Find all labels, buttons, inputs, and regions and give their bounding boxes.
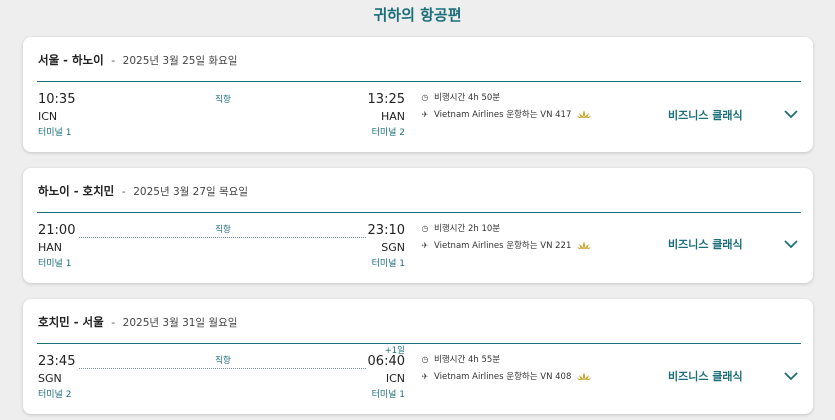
departure-time: 23:45 — [38, 354, 76, 369]
departure-terminal: 터미널 1 — [38, 128, 72, 138]
flight-date: 2025년 3월 31일 월요일 — [122, 317, 238, 329]
plane-icon: ✈ — [421, 240, 429, 250]
arrival-time: 13:25 — [367, 92, 405, 107]
plane-icon: ✈ — [421, 109, 429, 119]
flight-card[interactable]: 하노이 - 호치민 - 2025년 3월 27일 목요일 21:00 HAN 터… — [23, 168, 813, 283]
stops-label: 직항 — [215, 95, 231, 105]
departure-time: 10:35 — [38, 92, 76, 107]
flight-header: 호치민 - 서울 - 2025년 3월 31일 월요일 — [38, 314, 237, 330]
operator-row: ✈ Vietnam Airlines 운항하는 VN 221 — [420, 239, 592, 251]
departure-time: 21:00 — [38, 223, 76, 238]
flight-card[interactable]: 서울 - 하노이 - 2025년 3월 25일 화요일 10:35 ICN 터미… — [23, 37, 813, 152]
flight-date: 2025년 3월 25일 화요일 — [122, 55, 238, 67]
clock-icon: ◷ — [421, 92, 429, 102]
departure-terminal: 터미널 1 — [38, 259, 72, 269]
chevron-down-icon[interactable] — [783, 370, 799, 382]
route-line — [79, 237, 366, 238]
clock-icon: ◷ — [421, 354, 429, 364]
operator-row: ✈ Vietnam Airlines 운항하는 VN 417 — [420, 108, 592, 120]
cabin-class: 비즈니스 클래식 — [668, 238, 743, 251]
chevron-down-icon[interactable] — [783, 238, 799, 250]
arrival-terminal: 터미널 2 — [371, 128, 405, 138]
arrival-airport-code: ICN — [385, 372, 405, 385]
arrival-airport-code: HAN — [380, 110, 405, 123]
arrival-terminal: 터미널 1 — [371, 390, 405, 400]
flight-card[interactable]: 호치민 - 서울 - 2025년 3월 31일 월요일 23:45 SGN 터미… — [23, 299, 813, 414]
flight-route: 하노이 - 호치민 — [38, 184, 115, 198]
flight-operator: Vietnam Airlines 운항하는 VN 417 — [434, 110, 572, 120]
departure-airport-code: ICN — [38, 110, 58, 123]
header-divider — [37, 212, 801, 213]
departure-airport-code: HAN — [38, 241, 63, 254]
flight-route: 서울 - 하노이 — [38, 53, 104, 67]
arrival-time: 23:10 — [367, 223, 405, 238]
header-divider — [37, 81, 801, 82]
flight-duration: 비행시간 4h 50분 — [434, 93, 501, 103]
route-line — [79, 368, 366, 369]
flight-operator: Vietnam Airlines 운항하는 VN 221 — [434, 241, 572, 251]
stops-label: 직항 — [215, 356, 231, 366]
flight-duration: 비행시간 4h 55분 — [434, 355, 501, 365]
departure-airport-code: SGN — [38, 372, 62, 385]
operator-row: ✈ Vietnam Airlines 운항하는 VN 408 — [420, 370, 592, 382]
arrival-terminal: 터미널 1 — [371, 259, 405, 269]
duration-row: ◷ 비행시간 4h 50분 — [420, 91, 501, 104]
arrival-time: 06:40 — [367, 354, 405, 369]
flight-route: 호치민 - 서울 — [38, 315, 104, 329]
plane-icon: ✈ — [421, 371, 429, 381]
header-separator: - — [111, 54, 116, 67]
cabin-class: 비즈니스 클래식 — [668, 109, 743, 122]
vietnam-airlines-lotus-icon — [577, 240, 592, 249]
clock-icon: ◷ — [421, 223, 429, 233]
flight-operator: Vietnam Airlines 운항하는 VN 408 — [434, 372, 572, 382]
duration-row: ◷ 비행시간 2h 10분 — [420, 222, 501, 235]
flight-duration: 비행시간 2h 10분 — [434, 224, 501, 234]
arrival-airport-code: SGN — [381, 241, 405, 254]
flight-header: 서울 - 하노이 - 2025년 3월 25일 화요일 — [38, 52, 237, 68]
vietnam-airlines-lotus-icon — [577, 109, 592, 118]
header-separator: - — [111, 316, 116, 329]
cabin-class: 비즈니스 클래식 — [668, 370, 743, 383]
vietnam-airlines-lotus-icon — [577, 371, 592, 380]
stops-label: 직항 — [215, 225, 231, 235]
flight-date: 2025년 3월 27일 목요일 — [133, 186, 248, 198]
departure-terminal: 터미널 2 — [38, 390, 72, 400]
header-separator: - — [121, 185, 126, 198]
duration-row: ◷ 비행시간 4h 55분 — [420, 353, 501, 366]
header-divider — [37, 343, 801, 344]
page-title: 귀하의 항공편 — [373, 6, 462, 24]
flight-header: 하노이 - 호치민 - 2025년 3월 27일 목요일 — [38, 183, 248, 199]
chevron-down-icon[interactable] — [783, 108, 799, 120]
